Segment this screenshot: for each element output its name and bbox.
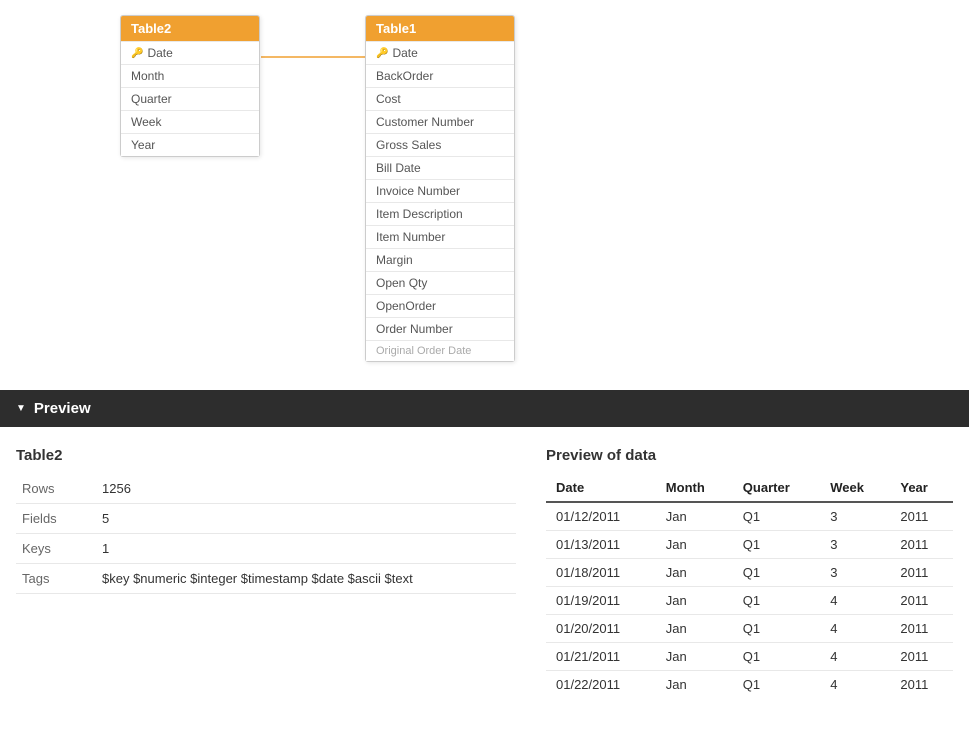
table-cell: 2011 bbox=[890, 531, 953, 559]
table1-header: Table1 bbox=[366, 16, 514, 41]
col-month: Month bbox=[656, 474, 733, 502]
table-cell: Q1 bbox=[733, 587, 820, 615]
table1-row-open-qty[interactable]: Open Qty bbox=[366, 271, 514, 294]
key-icon: 🔑 bbox=[131, 48, 143, 59]
table1-row-item-number[interactable]: Item Number bbox=[366, 225, 514, 248]
table-row: 01/12/2011JanQ132011 bbox=[546, 502, 953, 531]
tags-label: Tags bbox=[16, 564, 96, 594]
triangle-icon: ▼ bbox=[16, 403, 26, 414]
table1-row-bill-date[interactable]: Bill Date bbox=[366, 156, 514, 179]
table-cell: 01/12/2011 bbox=[546, 502, 656, 531]
table1-row-cost[interactable]: Cost bbox=[366, 87, 514, 110]
preview-label: Preview bbox=[34, 400, 91, 417]
col-year: Year bbox=[890, 474, 953, 502]
table-cell: 2011 bbox=[890, 615, 953, 643]
table-cell: 4 bbox=[820, 587, 890, 615]
meta-title: Table2 bbox=[16, 447, 516, 464]
key-icon: 🔑 bbox=[376, 48, 388, 59]
table-cell: Q1 bbox=[733, 643, 820, 671]
table2-row-week[interactable]: Week bbox=[121, 110, 259, 133]
table-cell: 4 bbox=[820, 615, 890, 643]
data-preview-title: Preview of data bbox=[546, 447, 953, 464]
preview-header: ▼ Preview bbox=[0, 390, 969, 427]
meta-row-keys: Keys 1 bbox=[16, 534, 516, 564]
data-preview: Preview of data Date Month Quarter Week … bbox=[546, 447, 953, 698]
table1-row-item-description[interactable]: Item Description bbox=[366, 202, 514, 225]
table1-row-backorder[interactable]: BackOrder bbox=[366, 64, 514, 87]
table1: Table1 🔑 Date BackOrder Cost Customer Nu… bbox=[365, 15, 515, 362]
table-cell: Q1 bbox=[733, 531, 820, 559]
table-cell: 01/21/2011 bbox=[546, 643, 656, 671]
table2-row-year[interactable]: Year bbox=[121, 133, 259, 156]
table-row: 01/22/2011JanQ142011 bbox=[546, 671, 953, 699]
table-cell: 3 bbox=[820, 559, 890, 587]
table-cell: Jan bbox=[656, 502, 733, 531]
table1-row-gross-sales[interactable]: Gross Sales bbox=[366, 133, 514, 156]
table2: Table2 🔑 Date Month Quarter Week Year bbox=[120, 15, 260, 157]
table-cell: 2011 bbox=[890, 559, 953, 587]
table2-row-date[interactable]: 🔑 Date bbox=[121, 41, 259, 64]
table-row: 01/18/2011JanQ132011 bbox=[546, 559, 953, 587]
table-cell: 3 bbox=[820, 502, 890, 531]
table1-row-invoice-number[interactable]: Invoice Number bbox=[366, 179, 514, 202]
table-cell: Q1 bbox=[733, 559, 820, 587]
table2-header: Table2 bbox=[121, 16, 259, 41]
table2-row-month[interactable]: Month bbox=[121, 64, 259, 87]
table-cell: 4 bbox=[820, 643, 890, 671]
table-cell: 01/18/2011 bbox=[546, 559, 656, 587]
keys-label: Keys bbox=[16, 534, 96, 564]
table-row: 01/13/2011JanQ132011 bbox=[546, 531, 953, 559]
rows-value: 1256 bbox=[96, 474, 516, 504]
col-week: Week bbox=[820, 474, 890, 502]
table-row: 01/20/2011JanQ142011 bbox=[546, 615, 953, 643]
table1-row-date[interactable]: 🔑 Date bbox=[366, 41, 514, 64]
preview-body: Table2 Rows 1256 Fields 5 Keys 1 Tags $k… bbox=[0, 427, 969, 718]
meta-row-tags: Tags $key $numeric $integer $timestamp $… bbox=[16, 564, 516, 594]
table-cell: 4 bbox=[820, 671, 890, 699]
table-cell: 2011 bbox=[890, 502, 953, 531]
table-cell: Jan bbox=[656, 531, 733, 559]
table-cell: 3 bbox=[820, 531, 890, 559]
table-cell: 2011 bbox=[890, 643, 953, 671]
table-cell: Jan bbox=[656, 587, 733, 615]
table-row: 01/21/2011JanQ142011 bbox=[546, 643, 953, 671]
fields-value: 5 bbox=[96, 504, 516, 534]
diagram-area: Table2 🔑 Date Month Quarter Week Year Ta… bbox=[0, 0, 969, 390]
fields-label: Fields bbox=[16, 504, 96, 534]
meta-row-fields: Fields 5 bbox=[16, 504, 516, 534]
table-cell: 01/19/2011 bbox=[546, 587, 656, 615]
table1-row-margin[interactable]: Margin bbox=[366, 248, 514, 271]
table-cell: Q1 bbox=[733, 671, 820, 699]
table1-row-openorder[interactable]: OpenOrder bbox=[366, 294, 514, 317]
table-row: 01/19/2011JanQ142011 bbox=[546, 587, 953, 615]
table-cell: Jan bbox=[656, 559, 733, 587]
data-table-body: 01/12/2011JanQ13201101/13/2011JanQ132011… bbox=[546, 502, 953, 698]
table-cell: Q1 bbox=[733, 502, 820, 531]
table-cell: Jan bbox=[656, 671, 733, 699]
table-cell: 2011 bbox=[890, 587, 953, 615]
keys-value: 1 bbox=[96, 534, 516, 564]
table1-row-customer-number[interactable]: Customer Number bbox=[366, 110, 514, 133]
table2-row-quarter[interactable]: Quarter bbox=[121, 87, 259, 110]
meta-table: Rows 1256 Fields 5 Keys 1 Tags $key $num… bbox=[16, 474, 516, 594]
table-cell: Jan bbox=[656, 643, 733, 671]
data-table: Date Month Quarter Week Year 01/12/2011J… bbox=[546, 474, 953, 698]
meta-row-rows: Rows 1256 bbox=[16, 474, 516, 504]
table1-row-original-order-date[interactable]: Original Order Date bbox=[366, 340, 514, 361]
table-cell: 01/20/2011 bbox=[546, 615, 656, 643]
col-quarter: Quarter bbox=[733, 474, 820, 502]
rows-label: Rows bbox=[16, 474, 96, 504]
table-cell: 2011 bbox=[890, 671, 953, 699]
table-cell: 01/13/2011 bbox=[546, 531, 656, 559]
table1-row-order-number[interactable]: Order Number bbox=[366, 317, 514, 340]
tags-value: $key $numeric $integer $timestamp $date … bbox=[96, 564, 516, 594]
table-cell: Jan bbox=[656, 615, 733, 643]
meta-panel: Table2 Rows 1256 Fields 5 Keys 1 Tags $k… bbox=[16, 447, 516, 698]
table-cell: Q1 bbox=[733, 615, 820, 643]
table-cell: 01/22/2011 bbox=[546, 671, 656, 699]
col-date: Date bbox=[546, 474, 656, 502]
data-table-header-row: Date Month Quarter Week Year bbox=[546, 474, 953, 502]
